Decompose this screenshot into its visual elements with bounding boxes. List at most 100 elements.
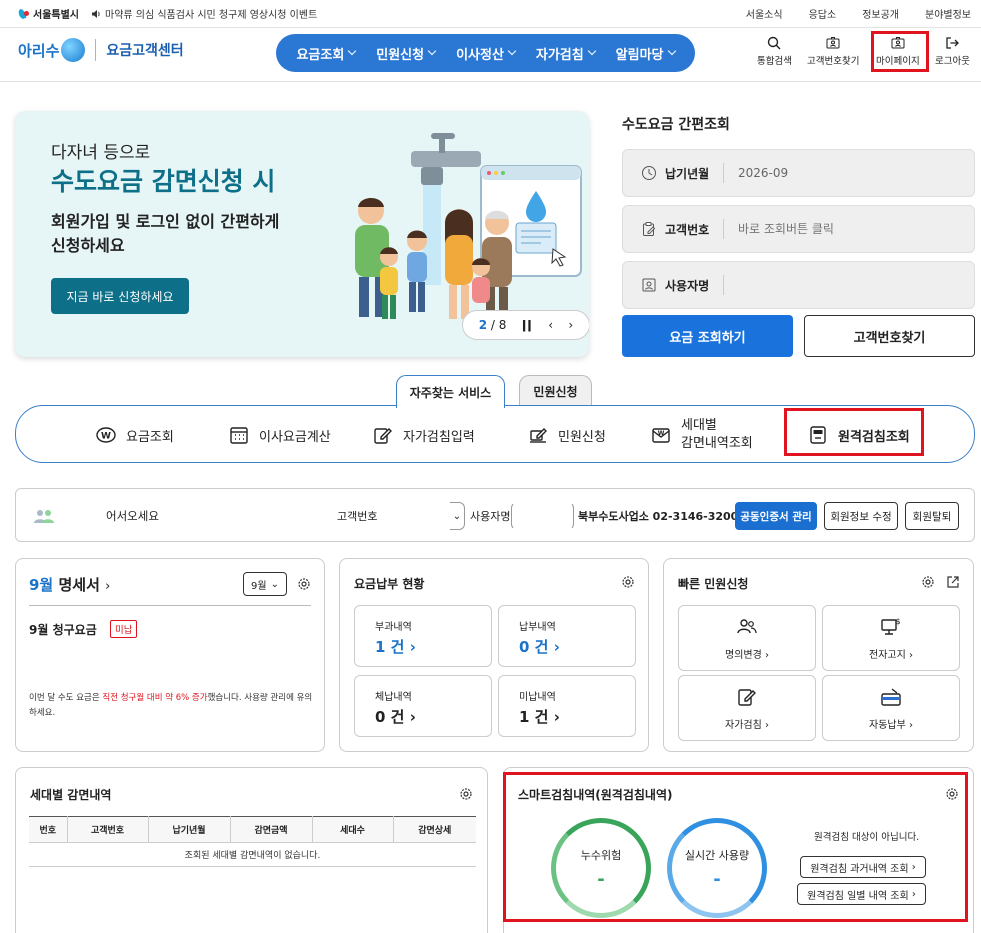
svg-text:$: $ (895, 617, 900, 626)
welcome-text: 어서오세요 (106, 509, 159, 523)
pager-separator: / (490, 318, 495, 332)
user-info-bar: 어서오세요 고객번호 ⌄ 사용자명 북부수도사업소 02-3146-3200 공… (15, 488, 975, 542)
svc-bill-inquiry-label: 요금조회 (126, 429, 174, 445)
svc-household-label-2: 감면내역조회 (681, 436, 753, 451)
nav-civil[interactable]: 민원신청 (376, 44, 437, 63)
link-field-info[interactable]: 분야별정보 (925, 6, 971, 21)
month-select[interactable]: 9월 ⌄ (243, 572, 287, 596)
col-reduction-detail: 감면상세 (393, 816, 476, 843)
svc-household-reduction[interactable]: W 세대별 감면내역조회 (651, 406, 753, 464)
svg-text:W: W (658, 430, 665, 437)
svc-moving-calc[interactable]: 이사요금계산 (229, 406, 331, 464)
clipboard-edit-icon (643, 222, 656, 236)
due-month-field[interactable]: 납기년월 2026-09 (622, 149, 975, 197)
mail-won-icon: W (652, 428, 670, 443)
settings-gear-icon[interactable] (459, 787, 473, 801)
seoul-logo[interactable]: 서울특별시 (18, 6, 79, 21)
household-reduction-title: 세대별 감면내역 (30, 788, 112, 802)
find-customer-number-button[interactable]: 고객번호찾기 (804, 315, 975, 357)
edit-member-button[interactable]: 회원정보 수정 (824, 502, 898, 530)
due-month-value: 2026-09 (738, 166, 789, 180)
nav-moving[interactable]: 이사정산 (456, 44, 517, 63)
quick-e-notice[interactable]: $ 전자고지 › (822, 605, 960, 671)
col-number: 번호 (29, 816, 68, 843)
stat-overdue-label: 체납내역 (375, 692, 412, 703)
link-eungdapso[interactable]: 응답소 (809, 6, 837, 21)
settings-gear-icon[interactable] (297, 577, 311, 591)
quick-civil-title: 빠른 민원신청 (678, 577, 749, 591)
quick-name-change[interactable]: 명의변경 › (678, 605, 816, 671)
nav-bill[interactable]: 요금조회 (296, 44, 357, 63)
bill-month: 9월 (29, 576, 54, 594)
quick-name-change-label: 명의변경 (725, 649, 762, 661)
prev-icon[interactable]: ‹ (548, 318, 553, 332)
svc-bill-inquiry[interactable]: W 요금조회 (96, 406, 174, 464)
notice-ticker[interactable]: 마약류 의심 식품검사 시민 청구제 영상시청 이벤트 (91, 6, 317, 21)
id-card-icon (826, 37, 840, 49)
stat-paid-value: 0 건 (519, 638, 549, 656)
top-strip: 서울특별시 마약류 의심 식품검사 시민 청구제 영상시청 이벤트 서울소식 응… (0, 0, 981, 28)
stat-unpaid[interactable]: 미납내역 1 건 › (498, 675, 636, 737)
quick-auto-pay-label: 자동납부 (869, 719, 906, 731)
pager-current: 2 (478, 318, 488, 332)
link-info-open[interactable]: 정보공개 (862, 6, 899, 21)
col-household-count: 세대수 (312, 816, 394, 843)
util-logout[interactable]: 로그아웃 (935, 36, 970, 67)
banner-subtitle: 다자녀 등으로 (51, 143, 151, 163)
svc-self-meter-input-label: 자가검침입력 (403, 429, 475, 445)
banner-cta-button[interactable]: 지금 바로 신청하세요 (51, 278, 189, 314)
customer-number-field[interactable]: 고객번호 (622, 205, 975, 253)
chevron-down-icon (507, 46, 517, 56)
chevron-down-icon (427, 46, 437, 56)
stat-paid[interactable]: 납부내역 0 건 › (498, 605, 636, 667)
util-logout-label: 로그아웃 (935, 56, 970, 67)
search-bill-button[interactable]: 요금 조회하기 (622, 315, 793, 357)
due-month-label: 납기년월 (665, 166, 710, 181)
customer-select-dropdown[interactable]: ⌄ (450, 502, 465, 530)
brand-logo[interactable]: 아리수 요금고객센터 (18, 38, 184, 62)
user-name-field[interactable]: 사용자명 (622, 261, 975, 309)
user-name-input[interactable] (738, 278, 958, 292)
next-icon[interactable]: › (568, 318, 573, 332)
pause-icon[interactable]: ǀǀ (522, 318, 533, 332)
svc-civil-request[interactable]: 민원신청 (528, 406, 606, 464)
col-customer-number: 고객번호 (67, 816, 149, 843)
quick-e-notice-label: 전자고지 (869, 649, 906, 661)
stat-overdue[interactable]: 체납내역 0 건 › (354, 675, 492, 737)
user-card-icon (642, 278, 656, 292)
settings-gear-icon[interactable] (621, 575, 635, 589)
card-reader-icon (881, 687, 901, 706)
tab-frequent-services[interactable]: 자주찾는 서비스 (396, 375, 505, 408)
customer-number-caption: 고객번호 (337, 510, 378, 523)
speaker-icon (92, 9, 100, 18)
util-search-label: 통합검색 (757, 56, 792, 67)
bill-statement-heading[interactable]: 9월 명세서 › (29, 574, 110, 595)
stat-charged[interactable]: 부과내역 1 건 › (354, 605, 492, 667)
nav-self-meter-label: 자가검침 (535, 47, 584, 63)
edit-note-icon (738, 688, 756, 706)
city-name: 서울특별시 (33, 10, 79, 21)
customer-number-input[interactable] (738, 222, 958, 236)
water-drop-icon (61, 38, 86, 62)
certificate-manage-button[interactable]: 공동인증서 관리 (735, 502, 817, 530)
unpaid-badge: 미납 (110, 620, 138, 638)
quick-self-meter[interactable]: 자가검침 › (678, 675, 816, 741)
util-search[interactable]: 통합검색 (757, 36, 792, 67)
nav-self-meter[interactable]: 자가검침 (535, 44, 596, 63)
users-icon (737, 618, 757, 633)
stat-charged-value: 1 건 (375, 638, 405, 656)
user-name-label: 사용자명 (665, 278, 710, 293)
svc-self-meter-input[interactable]: 자가검침입력 (373, 406, 475, 464)
usage-note: 이번 달 수도 요금은 직전 청구월 대비 약 6% 증가했습니다. 사용량 관… (29, 691, 313, 721)
settings-gear-icon[interactable] (921, 575, 935, 589)
quick-auto-pay[interactable]: 자동납부 › (822, 675, 960, 741)
external-link-icon[interactable] (946, 575, 960, 589)
chevron-down-icon (587, 46, 596, 56)
link-seoul-news[interactable]: 서울소식 (746, 6, 783, 21)
tab-civil-request[interactable]: 민원신청 (519, 375, 592, 407)
won-coin-icon: W (96, 427, 116, 443)
withdraw-button[interactable]: 회원탈퇴 (905, 502, 959, 530)
nav-notice[interactable]: 알림마당 (616, 44, 676, 63)
util-find-customer[interactable]: 고객번호찾기 (807, 36, 859, 67)
chevron-right-icon: › (105, 579, 111, 594)
